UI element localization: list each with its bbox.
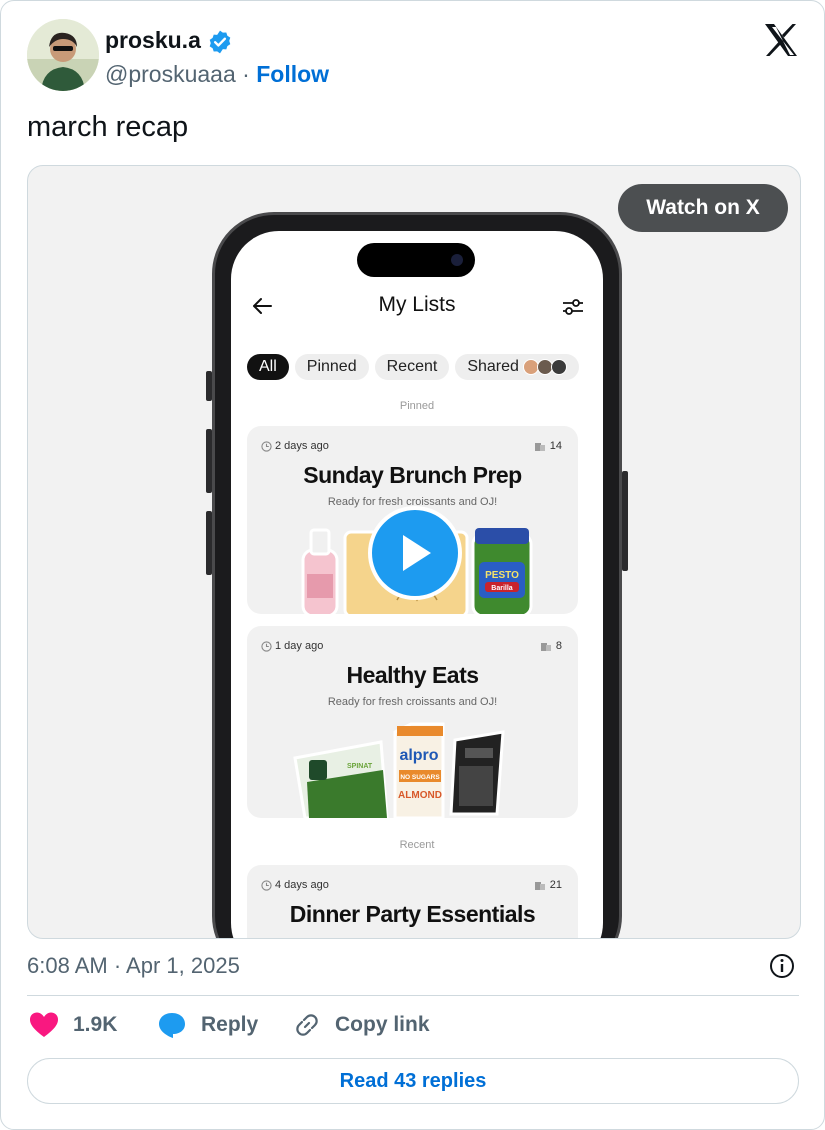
separator-dot: · [242, 61, 250, 87]
card-time-text: 2 days ago [275, 440, 329, 452]
card-count-text: 14 [549, 440, 562, 452]
no-sugars-label: NO SUGARS [400, 774, 440, 781]
card-time: 1 day ago [261, 640, 323, 652]
card-count-text: 8 [555, 640, 562, 652]
items-icon [534, 881, 545, 890]
heart-icon [30, 1012, 58, 1037]
clock-icon [261, 640, 272, 652]
follow-link[interactable]: Follow [256, 61, 329, 87]
almond-label: ALMOND [398, 790, 442, 801]
camera-dot [451, 254, 463, 266]
list-card: 1 day ago 8 Healthy Eats Ready for fresh… [247, 626, 578, 818]
tweet-card: prosku.a @proskuaaa · Follow march recap… [0, 0, 825, 1130]
clock-icon [261, 440, 272, 452]
spinat-label: SPINAT [347, 763, 373, 770]
filter-sliders-icon [563, 299, 583, 315]
author-avatar[interactable] [27, 19, 99, 91]
section-label-pinned: Pinned [399, 400, 435, 412]
reply-bubble-icon [159, 1013, 185, 1038]
phone-action-button [206, 371, 212, 401]
chip-pinned: Pinned [294, 354, 369, 380]
play-icon [403, 535, 431, 571]
card-time-text: 4 days ago [275, 879, 329, 891]
divider [27, 995, 799, 996]
phone-volume-down [206, 511, 212, 575]
card-title: Dinner Party Essentials [289, 901, 536, 927]
card-count: 21 [534, 879, 562, 891]
chip-all: All [247, 354, 289, 380]
clock-icon [261, 879, 272, 891]
tweet-timestamp[interactable]: 6:08 AM · Apr 1, 2025 [27, 953, 240, 979]
card-subtitle: Ready for fresh croissants and OJ! [327, 696, 498, 708]
barilla-label: Barilla [491, 585, 513, 592]
author-display-name[interactable]: prosku.a [105, 27, 201, 54]
verified-badge-icon [209, 30, 231, 54]
healthy-products-illustration: SPINAT alpro NO SUGARS ALMOND [293, 722, 505, 818]
filter-chips: All Pinned Recent Shared [247, 354, 579, 380]
link-icon [296, 1014, 318, 1036]
reply-label: Reply [201, 1013, 259, 1036]
tweet-text: march recap [27, 111, 189, 143]
copy-link-label: Copy link [335, 1013, 430, 1036]
app-title: My Lists [378, 293, 456, 316]
author-handle[interactable]: @proskuaaa [105, 61, 236, 87]
handle-line: @proskuaaa · Follow [105, 61, 329, 88]
section-label-recent: Recent [399, 839, 435, 851]
card-time: 2 days ago [261, 440, 329, 452]
like-count: 1.9K [73, 1013, 118, 1036]
alpro-label: alpro [399, 747, 438, 764]
read-replies-button[interactable]: Read 43 replies [27, 1058, 799, 1104]
card-title: Healthy Eats [346, 662, 479, 688]
reply-button[interactable]: Reply [157, 1011, 258, 1039]
card-time-text: 1 day ago [275, 640, 324, 652]
card-title: Sunday Brunch Prep [303, 462, 522, 488]
shared-avatar [550, 359, 567, 375]
items-icon [540, 642, 551, 651]
video-media[interactable]: Watch on X My Lists All Pinned Recent Sh… [27, 165, 801, 939]
chip-shared: Shared [455, 354, 579, 380]
card-count: 8 [540, 640, 562, 652]
items-icon [534, 442, 545, 451]
dynamic-island [357, 243, 475, 277]
info-icon[interactable] [769, 953, 795, 979]
phone-volume-up [206, 429, 212, 493]
shared-avatars [522, 359, 567, 375]
chip-recent: Recent [374, 354, 450, 380]
phone-power-button [622, 471, 628, 571]
copy-link-button[interactable]: Copy link [293, 1011, 430, 1039]
x-logo-icon[interactable] [763, 23, 799, 57]
watch-on-x-button[interactable]: Watch on X [618, 184, 788, 232]
list-card: 4 days ago 21 Dinner Party Essentials [247, 865, 578, 938]
chip-shared-label: Shared [467, 358, 519, 375]
card-count: 14 [534, 440, 562, 452]
card-time: 4 days ago [261, 879, 329, 891]
like-button[interactable]: 1.9K [29, 1011, 117, 1039]
pesto-label: PESTO [485, 570, 519, 581]
card-count-text: 21 [549, 879, 562, 891]
play-button[interactable] [368, 506, 462, 600]
